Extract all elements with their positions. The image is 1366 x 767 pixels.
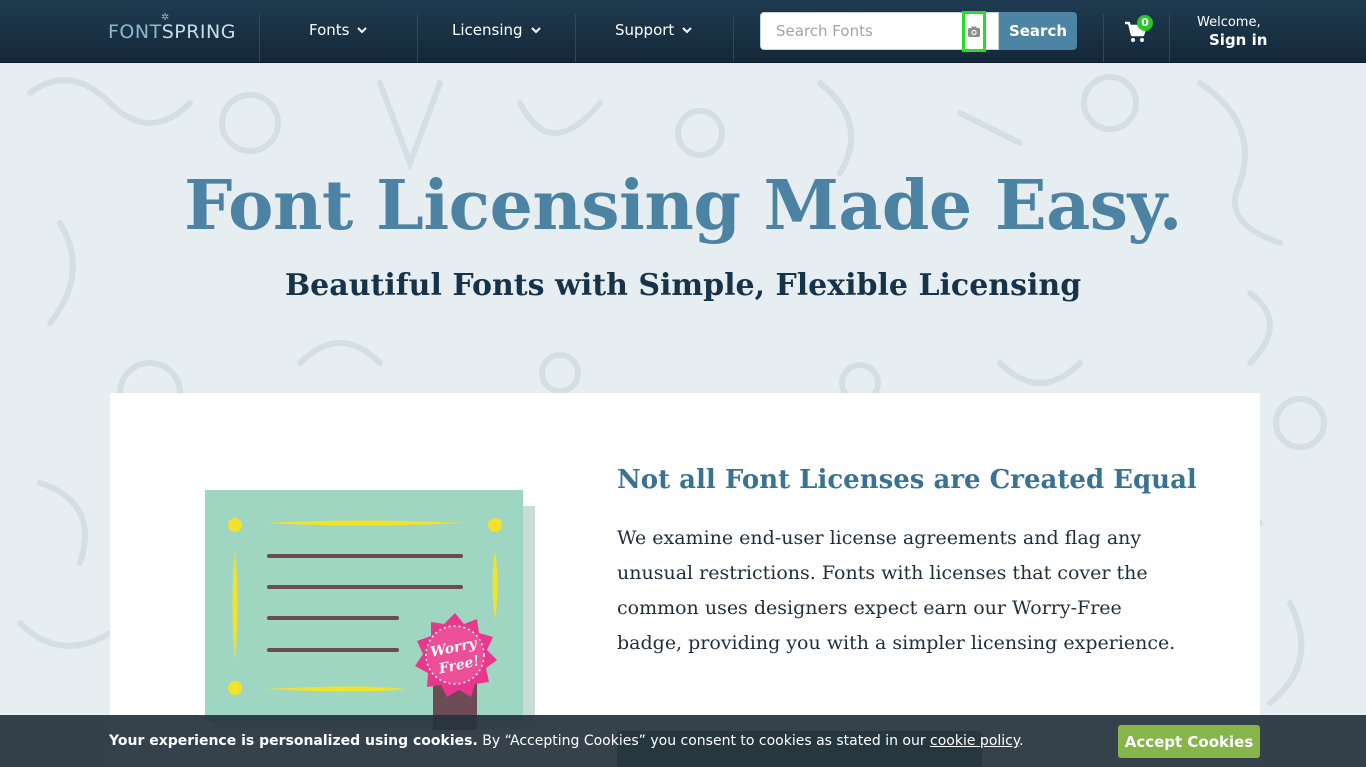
chevron-down-icon bbox=[530, 27, 541, 34]
nav-support[interactable]: Support bbox=[615, 21, 693, 39]
top-navigation-bar: FONTSPRING ✲ Fonts Licensing Support Sea… bbox=[0, 0, 1366, 63]
hero-subtitle: Beautiful Fonts with Simple, Flexible Li… bbox=[284, 268, 1082, 303]
divider bbox=[417, 14, 418, 62]
divider bbox=[259, 14, 260, 62]
logo-text-font: FONT bbox=[108, 21, 162, 43]
divider bbox=[1169, 14, 1170, 62]
license-certificate-illustration: Worry Free! bbox=[205, 490, 535, 730]
cookie-policy-link[interactable]: cookie policy bbox=[930, 733, 1019, 749]
logo-text-spring: SPRING bbox=[161, 21, 236, 43]
chevron-down-icon bbox=[682, 27, 693, 34]
divider bbox=[575, 14, 576, 62]
nav-licensing-label: Licensing bbox=[452, 21, 523, 39]
hero-title: Font Licensing Made Easy. bbox=[184, 166, 1182, 246]
nav-fonts[interactable]: Fonts bbox=[309, 21, 368, 39]
cart-count-badge: 0 bbox=[1137, 15, 1153, 31]
cookie-consent-bar: Your experience is personalized using co… bbox=[0, 715, 1366, 767]
fontspring-logo[interactable]: FONTSPRING ✲ bbox=[108, 12, 236, 43]
search-button[interactable]: Search bbox=[999, 12, 1077, 50]
cookie-message-end: . bbox=[1019, 733, 1024, 749]
divider bbox=[1103, 14, 1104, 62]
camera-search-button[interactable] bbox=[962, 11, 986, 52]
search-input[interactable] bbox=[761, 13, 961, 49]
nav-fonts-label: Fonts bbox=[309, 21, 350, 39]
nav-licensing[interactable]: Licensing bbox=[452, 21, 542, 39]
section-description: We examine end-user license agreements a… bbox=[617, 527, 1176, 654]
accept-cookies-button[interactable]: Accept Cookies bbox=[1118, 725, 1260, 758]
camera-icon bbox=[968, 26, 980, 37]
licensing-info-card: Worry Free! Not all Font Licenses are Cr… bbox=[110, 393, 1260, 767]
cookie-message-bold: Your experience is personalized using co… bbox=[109, 733, 478, 749]
nav-support-label: Support bbox=[615, 21, 675, 39]
welcome-label: Welcome, bbox=[1197, 15, 1261, 30]
sign-in-link[interactable]: Sign in bbox=[1209, 31, 1267, 49]
sprout-icon: ✲ bbox=[161, 12, 170, 23]
cookie-message-text: By “Accepting Cookies” you consent to co… bbox=[477, 733, 931, 749]
chevron-down-icon bbox=[357, 27, 368, 34]
cookie-message: Your experience is personalized using co… bbox=[109, 733, 1024, 749]
divider bbox=[733, 14, 734, 62]
hero-section: Font Licensing Made Easy. Beautiful Font… bbox=[0, 63, 1366, 767]
section-title: Not all Font Licenses are Created Equal bbox=[617, 465, 1197, 495]
